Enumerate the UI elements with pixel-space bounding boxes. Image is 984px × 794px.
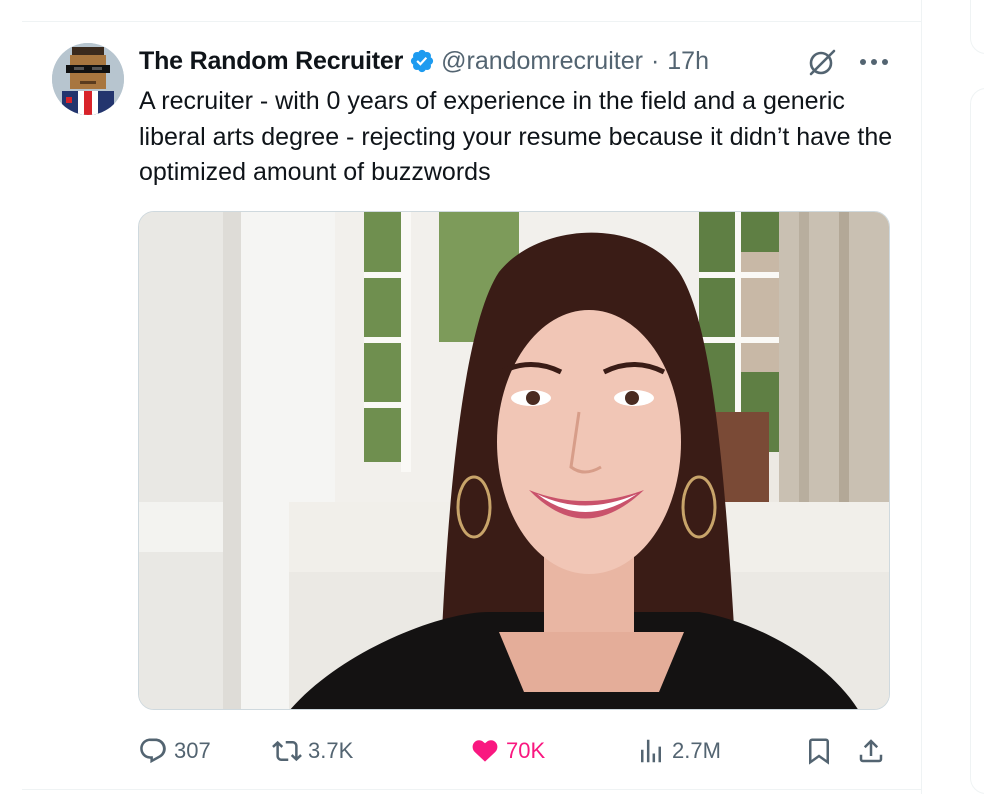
handle[interactable]: @randomrecruiter <box>441 47 643 76</box>
avatar[interactable] <box>52 43 124 115</box>
sidebar-card <box>970 88 984 794</box>
views-icon <box>641 739 661 763</box>
heart-icon <box>472 740 498 762</box>
display-name[interactable]: The Random Recruiter <box>139 47 403 76</box>
reply-button[interactable]: 307 <box>138 731 211 771</box>
grok-icon[interactable] <box>806 46 838 78</box>
tweet-header: The Random Recruiter @randomrecruiter · … <box>139 44 709 78</box>
retweet-count: 3.7K <box>308 738 354 763</box>
views-count: 2.7M <box>672 738 721 763</box>
reply-count: 307 <box>174 738 211 763</box>
timestamp[interactable]: 17h <box>667 47 709 76</box>
right-sidebar <box>921 0 984 794</box>
bookmark-button[interactable] <box>804 731 834 771</box>
reply-icon <box>140 738 166 764</box>
like-button[interactable]: 70K <box>470 731 545 771</box>
separator-dot: · <box>650 46 660 75</box>
top-divider <box>22 21 921 22</box>
tweet-text: A recruiter - with 0 years of experience… <box>139 87 893 186</box>
bottom-divider <box>22 789 921 790</box>
tweet-actions: 307 3.7K 70K 2.7M <box>138 731 894 771</box>
views-button[interactable]: 2.7M <box>636 731 721 771</box>
like-count: 70K <box>506 738 546 763</box>
bookmark-icon <box>809 738 829 765</box>
tweet-media-image[interactable] <box>138 211 890 710</box>
share-button[interactable] <box>856 731 886 771</box>
verified-badge-icon[interactable] <box>409 48 435 74</box>
more-icon[interactable] <box>856 48 892 76</box>
retweet-button[interactable]: 3.7K <box>272 731 353 771</box>
share-icon <box>859 739 883 763</box>
retweet-icon <box>272 740 302 762</box>
sidebar-card <box>970 0 984 54</box>
